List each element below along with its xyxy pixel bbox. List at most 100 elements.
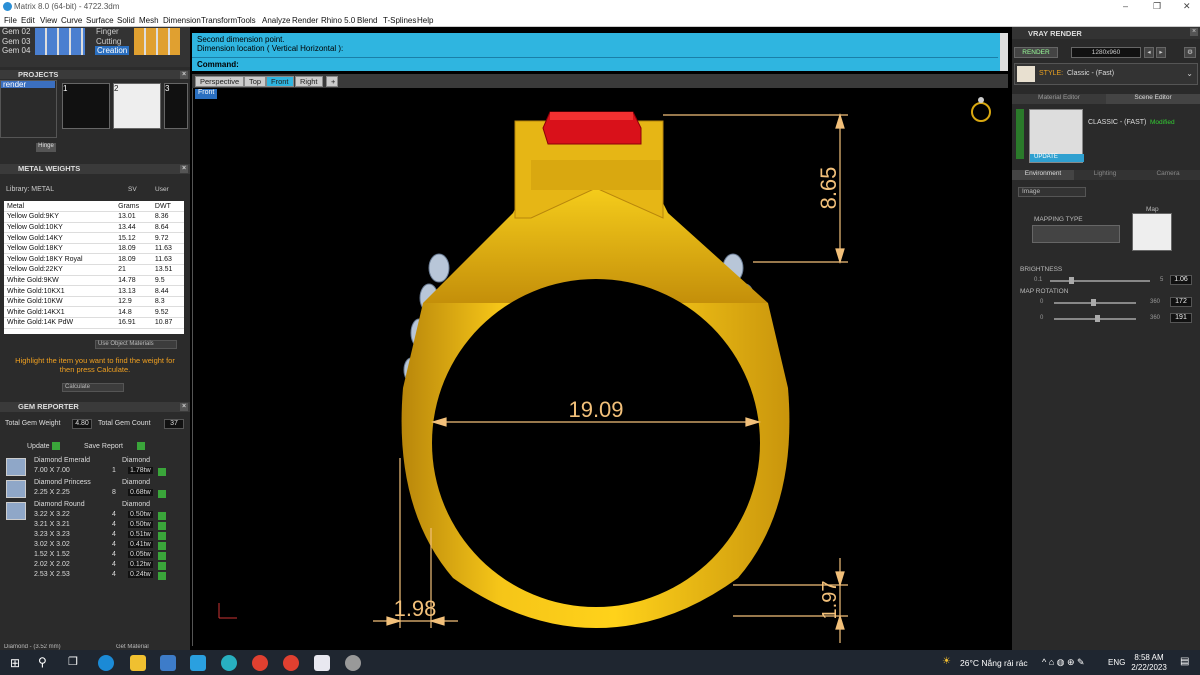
table-row[interactable]: Yellow Gold:18KY 18.09 11.63 (4, 243, 184, 255)
gem-row[interactable]: 3.21 X 3.21 4 0.50tw (30, 521, 168, 531)
menu-solid[interactable]: Solid (117, 16, 135, 25)
green-arrow-icon[interactable] (158, 512, 166, 520)
project-thumb[interactable]: 3 (164, 83, 188, 129)
gem-row[interactable]: 3.23 X 3.23 4 0.51tw (30, 531, 168, 541)
layer-row[interactable]: Finger (96, 27, 119, 36)
table-row[interactable]: White Gold:14KX1 14.8 9.52 (4, 306, 184, 319)
menu-view[interactable]: View (40, 16, 57, 25)
clock-date[interactable]: 2/22/2023 (1128, 663, 1170, 672)
map-thumbnail[interactable] (1132, 213, 1172, 251)
close-icon[interactable]: × (1190, 28, 1198, 36)
preset-expand[interactable] (1016, 109, 1024, 159)
sv-button[interactable]: SV (128, 186, 137, 193)
menu-tools[interactable]: Tools (237, 16, 256, 25)
menu-blend[interactable]: Blend (357, 16, 377, 25)
brightness-knob[interactable] (1069, 277, 1074, 284)
table-row[interactable]: Yellow Gold:10KY 13.44 8.64 (4, 222, 184, 234)
table-row[interactable]: Yellow Gold:9KY 13.01 8.36 (4, 211, 184, 223)
weather-text[interactable]: 26°C Nắng rải rác (960, 658, 1028, 668)
layer-toggles[interactable] (134, 28, 180, 55)
gear-icon[interactable]: ⚙ (1184, 47, 1196, 58)
table-row[interactable]: Yellow Gold:18KY Royal 18.09 11.63 (4, 253, 184, 266)
layer-row[interactable]: Gem 02 (2, 27, 30, 36)
layer-row[interactable]: Gem 03 (2, 37, 30, 46)
tray-icons[interactable]: ^ ⌂ ◍ ⊕ ✎ (1042, 657, 1085, 668)
table-row[interactable]: Yellow Gold:22KY 21 13.51 (4, 264, 184, 276)
rotation1-knob[interactable] (1090, 299, 1096, 306)
chrome-profile-icon[interactable] (283, 655, 299, 671)
gem-row[interactable]: 2.53 X 2.53 4 0.24tw (30, 571, 168, 581)
tab-lighting[interactable]: Lighting (1074, 170, 1136, 180)
menu-file[interactable]: File (4, 16, 17, 25)
command-scrollbar[interactable] (1000, 33, 1008, 71)
matrix-app-icon[interactable] (221, 655, 237, 671)
layer-toggles[interactable] (35, 28, 85, 55)
user-button[interactable]: User (155, 186, 169, 193)
rotation2-value[interactable]: 191 (1170, 313, 1192, 323)
search-icon[interactable]: ⚲ (38, 655, 47, 669)
gem-row[interactable]: 3.22 X 3.22 4 0.50tw (30, 511, 168, 521)
tab-camera[interactable]: Camera (1136, 170, 1200, 180)
green-arrow-icon[interactable] (158, 552, 166, 560)
notifications-icon[interactable]: ▤ (1180, 656, 1189, 667)
close-icon[interactable]: ✕ (1183, 1, 1191, 12)
store-icon[interactable] (160, 655, 176, 671)
table-row[interactable]: White Gold:10KX1 13.13 8.44 (4, 285, 184, 297)
menu-analyze[interactable]: Analyze (262, 16, 290, 25)
tab-material-editor[interactable]: Material Editor (1012, 94, 1106, 104)
menu-help[interactable]: Help (417, 16, 433, 25)
add-tab-icon[interactable]: + (326, 76, 338, 87)
rotation2-knob[interactable] (1094, 315, 1100, 322)
menu-tsplines[interactable]: T-Splines (383, 16, 416, 25)
rotation2-slider[interactable] (1054, 315, 1136, 322)
use-object-materials[interactable]: Use Object Materials (95, 340, 177, 349)
rotation1-slider[interactable] (1054, 299, 1136, 306)
gem-row[interactable]: 3.02 X 3.02 4 0.41tw (30, 541, 168, 551)
brightness-slider[interactable] (1050, 277, 1150, 284)
gem-row[interactable]: 2.02 X 2.02 4 0.12tw (30, 561, 168, 571)
project-list[interactable] (0, 80, 57, 138)
gem-row[interactable]: 1.52 X 1.52 4 0.05tw (30, 551, 168, 561)
project-thumb[interactable]: 2 (113, 83, 161, 129)
mail-icon[interactable] (190, 655, 206, 671)
menu-render[interactable]: Render (292, 16, 318, 25)
table-row[interactable]: White Gold:10KW 12.9 8.3 (4, 296, 184, 308)
menu-dimension[interactable]: Dimension (163, 16, 201, 25)
maximize-icon[interactable]: ❐ (1153, 1, 1161, 12)
viewport-label[interactable]: Front (195, 89, 218, 99)
task-view-icon[interactable]: ❐ (68, 655, 78, 668)
command-input[interactable]: Command: (192, 57, 998, 69)
front-viewport[interactable]: Front 8.65 19.09 1.97 1.98 (192, 88, 1009, 646)
update-button[interactable]: UPDATE (1030, 154, 1084, 162)
prev-icon[interactable]: ◂ (1144, 47, 1154, 58)
menu-curve[interactable]: Curve (61, 16, 82, 25)
table-row[interactable]: Yellow Gold:14KY 15.12 9.72 (4, 232, 184, 244)
chrome-icon[interactable] (252, 655, 268, 671)
app-icon[interactable] (345, 655, 361, 671)
render-button[interactable]: RENDER (1014, 47, 1058, 58)
language-indicator[interactable]: ENG (1108, 658, 1125, 667)
green-arrow-icon[interactable] (158, 572, 166, 580)
minimize-icon[interactable]: – (1123, 1, 1128, 11)
close-icon[interactable]: × (180, 165, 188, 173)
menu-mesh[interactable]: Mesh (139, 16, 159, 25)
tab-front[interactable]: Front (266, 76, 294, 87)
clock-time[interactable]: 8:58 AM (1131, 653, 1167, 662)
table-row[interactable]: White Gold:9KW 14.78 9.5 (4, 275, 184, 287)
menu-transform[interactable]: Transform (201, 16, 237, 25)
metal-table[interactable]: Metal Grams DWT Yellow Gold:9KY 13.01 8.36 Yel… (4, 201, 184, 334)
menu-rhino[interactable]: Rhino 5.0 (321, 16, 355, 25)
tab-right[interactable]: Right (295, 76, 323, 87)
chevron-down-icon[interactable]: ⌄ (1186, 69, 1193, 78)
menu-edit[interactable]: Edit (21, 16, 35, 25)
zalo-icon[interactable] (314, 655, 330, 671)
green-arrow-icon[interactable] (158, 490, 166, 498)
tab-environment[interactable]: Environment (1012, 170, 1074, 180)
tab-scene-editor[interactable]: Scene Editor (1106, 94, 1200, 104)
gem-row[interactable]: 7.00 X 7.00 1 1.78tw (30, 467, 168, 477)
green-arrow-icon[interactable] (158, 468, 166, 476)
layer-row[interactable]: Creation (95, 46, 130, 55)
close-icon[interactable]: × (180, 403, 188, 411)
next-icon[interactable]: ▸ (1156, 47, 1166, 58)
style-selector[interactable]: STYLE: Classic - (Fast) ⌄ (1014, 63, 1198, 85)
